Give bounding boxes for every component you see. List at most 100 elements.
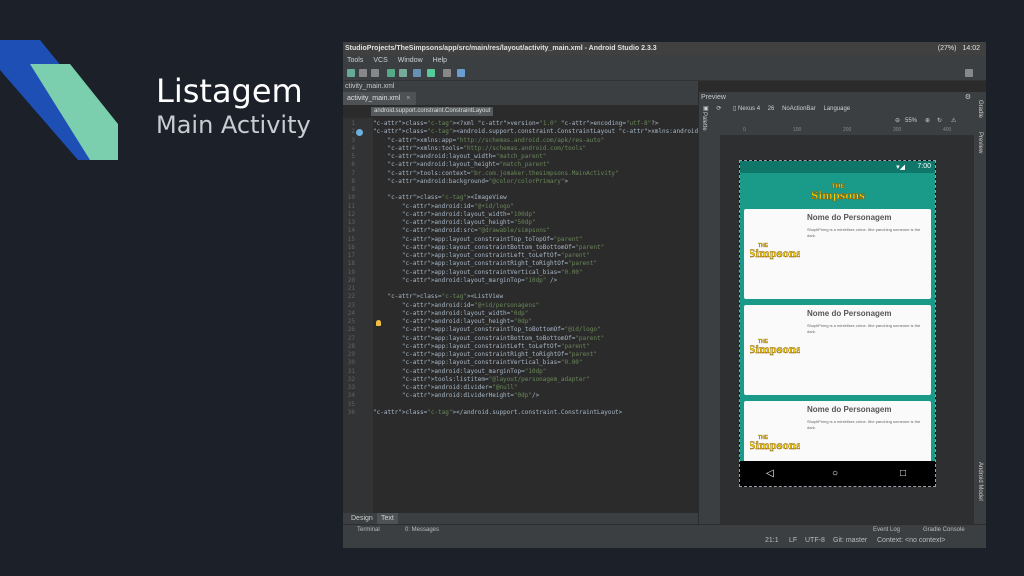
code-line[interactable]: "c-attr">app:layout_constraintBottom_toB…	[373, 244, 604, 251]
code-line[interactable]: "c-attr">android:layout_height="50dp"	[373, 219, 536, 226]
orientation-icon[interactable]: ⟳	[716, 106, 721, 112]
file-encoding[interactable]: UTF-8	[805, 534, 825, 548]
code-line[interactable]: "c-attr">class="c-tag"><?xml "c-attr">ve…	[373, 120, 658, 127]
code-line[interactable]: "c-attr">android:id="@+id/logo"	[373, 203, 514, 210]
code-line[interactable]: "c-attr">class="c-tag"><ListView	[373, 293, 503, 300]
search-icon[interactable]	[965, 69, 973, 77]
warning-icon[interactable]: ⚠	[951, 116, 956, 127]
settings-icon[interactable]: ⚙	[965, 92, 971, 103]
code-editor[interactable]: 1 "c-attr">class="c-tag"><?xml "c-attr">v…	[343, 118, 803, 513]
line-number: 33	[347, 384, 355, 391]
code-line[interactable]: "c-attr">tools:context="br.com.jomaker.t…	[373, 170, 618, 177]
code-line[interactable]: "c-attr">app:layout_constraintVertical_b…	[373, 269, 583, 276]
code-line[interactable]: "c-attr">class="c-tag"></android.support…	[373, 409, 622, 416]
app-background: THE Simpsons THE Simpsons Nome do Personag…	[740, 173, 935, 461]
line-number: 13	[347, 219, 355, 226]
code-line[interactable]: "c-attr">app:layout_constraintLeft_toLef…	[373, 252, 590, 259]
code-line[interactable]: "c-attr">android:divider="@null"	[373, 384, 518, 391]
signal-icon: ▾◢	[896, 164, 905, 171]
line-number: 3	[351, 136, 355, 144]
device-screen[interactable]: 7:00 ▾◢ THE Simpsons THE Simpsons Nome do …	[739, 160, 936, 487]
theme-selector[interactable]: NoActionBar	[782, 106, 816, 112]
menu-item-vcs[interactable]: VCS	[373, 57, 387, 64]
code-line[interactable]: "c-attr">class="c-tag"><ImageView	[373, 194, 506, 201]
tab-design[interactable]: Design	[347, 513, 377, 524]
code-line[interactable]: "c-attr">android:layout_marginTop="10dp"	[373, 368, 547, 375]
list-item[interactable]: THE Simpsons Nome do Personagem ShopliPrimg…	[744, 209, 931, 299]
run-icon[interactable]	[387, 69, 395, 77]
line-number: 29	[347, 351, 355, 358]
line-number: 4	[351, 144, 355, 152]
code-line[interactable]: "c-attr">app:layout_constraintLeft_toLef…	[373, 343, 590, 350]
phone-nav-bar: ◁ ○ □	[740, 461, 935, 486]
code-line[interactable]: "c-attr">android:layout_width="match_par…	[373, 153, 546, 160]
back-icon[interactable]: ◁	[766, 468, 774, 479]
debug-icon[interactable]	[399, 69, 407, 77]
logo-text-top: THE	[831, 183, 844, 190]
undo-icon[interactable]	[359, 69, 367, 77]
project-structure-icon[interactable]	[443, 69, 451, 77]
code-line[interactable]: "c-attr">app:layout_constraintTop_toBott…	[373, 326, 601, 333]
tab-activity-main[interactable]: activity_main.xml ×	[343, 92, 417, 105]
help-icon[interactable]	[457, 69, 465, 77]
refresh-icon[interactable]: ↻	[937, 116, 942, 127]
code-line[interactable]: "c-attr">xmlns:tools="http://schemas.and…	[373, 145, 586, 152]
layout-preview-icon[interactable]	[356, 129, 363, 136]
language-selector[interactable]: Language	[823, 106, 850, 112]
line-number: 5	[351, 153, 355, 160]
sync-icon[interactable]	[347, 69, 355, 77]
menu-item-help[interactable]: Help	[433, 57, 447, 64]
code-line[interactable]: "c-attr">tools:listitem="@layout/persona…	[373, 376, 590, 383]
redo-icon[interactable]	[371, 69, 379, 77]
list-item[interactable]: THE Simpsons Nome do Personagem ShopliPrimg…	[744, 305, 931, 395]
list-item[interactable]: THE Simpsons Nome do Personagem ShopliPrimg…	[744, 401, 931, 461]
preview-header: Preview ⚙	[699, 92, 975, 103]
line-number: 26	[347, 326, 355, 334]
code-line[interactable]: "c-attr">android:layout_marginTop="10dp"…	[373, 277, 557, 284]
code-line[interactable]: "c-attr">app:layout_constraintRight_toRi…	[373, 351, 597, 358]
line-number: 1	[351, 120, 355, 127]
preview-tool-tab[interactable]: Preview	[977, 132, 983, 153]
system-tray: (27%) 14:02	[938, 42, 980, 55]
code-line[interactable]: "c-attr">app:layout_constraintVertical_b…	[373, 359, 583, 366]
code-line[interactable]: "c-attr">android:layout_height="0dp"	[373, 318, 532, 325]
line-number: 27	[347, 334, 355, 342]
code-line[interactable]: "c-attr">app:layout_constraintBottom_toB…	[373, 335, 604, 342]
api-selector[interactable]: 26	[768, 106, 775, 112]
status-bar: 21:1 LF UTF-8 Git: master Context: <no c…	[343, 534, 986, 548]
code-line[interactable]: "c-attr">android:layout_width="100dp"	[373, 211, 536, 218]
code-line[interactable]: "c-attr">android:dividerHeight="0dp"/>	[373, 392, 539, 399]
breadcrumb[interactable]: android.support.constraint.ConstraintLay…	[371, 107, 494, 116]
device-selector[interactable]: Nexus 4	[738, 106, 760, 112]
line-number: 28	[347, 342, 355, 350]
code-line[interactable]: "c-attr">android:id="@+id/personagens"	[373, 302, 539, 309]
home-icon[interactable]: ○	[832, 468, 838, 479]
sdk-manager-icon[interactable]	[413, 69, 421, 77]
android-model-tool-tab[interactable]: Android Model	[977, 462, 983, 501]
code-line[interactable]: "c-attr">android:layout_width="0dp"	[373, 310, 528, 317]
zoom-in-icon[interactable]: ⊕	[925, 116, 930, 127]
menu-item-tools[interactable]: Tools	[347, 57, 363, 64]
zoom-out-icon[interactable]: ⊖	[895, 116, 900, 127]
cursor-position[interactable]: 21:1	[765, 534, 779, 548]
tab-text[interactable]: Text	[377, 513, 398, 524]
code-line[interactable]: "c-attr">android:layout_height="match_pa…	[373, 161, 550, 168]
code-line[interactable]: "c-attr">android:src="@drawable/simpsons…	[373, 227, 550, 234]
code-line[interactable]: "c-attr">android:background="@color/colo…	[373, 178, 568, 185]
line-separator[interactable]: LF	[789, 534, 797, 548]
code-line[interactable]: "c-attr">xmlns:app="http://schemas.andro…	[373, 137, 604, 144]
character-thumbnail: THESimpsons	[750, 339, 800, 356]
right-tool-strip: Gradle Preview Android Model	[974, 92, 986, 524]
git-branch[interactable]: Git: master	[833, 534, 867, 548]
code-line[interactable]: "c-attr">app:layout_constraintRight_toRi…	[373, 260, 597, 267]
menu-item-window[interactable]: Window	[398, 57, 423, 64]
palette-tool-tab[interactable]: Palette	[701, 112, 707, 131]
gradle-tool-tab[interactable]: Gradle	[977, 100, 983, 118]
code-line[interactable]: "c-attr">app:layout_constraintTop_toTopO…	[373, 236, 583, 243]
line-number: 14	[347, 227, 355, 235]
context-label[interactable]: Context: <no context>	[877, 534, 946, 548]
recents-icon[interactable]: □	[900, 468, 906, 479]
close-icon[interactable]: ×	[406, 95, 410, 102]
nav-path[interactable]: ctivity_main.xml	[345, 83, 394, 90]
avd-manager-icon[interactable]	[427, 69, 435, 77]
